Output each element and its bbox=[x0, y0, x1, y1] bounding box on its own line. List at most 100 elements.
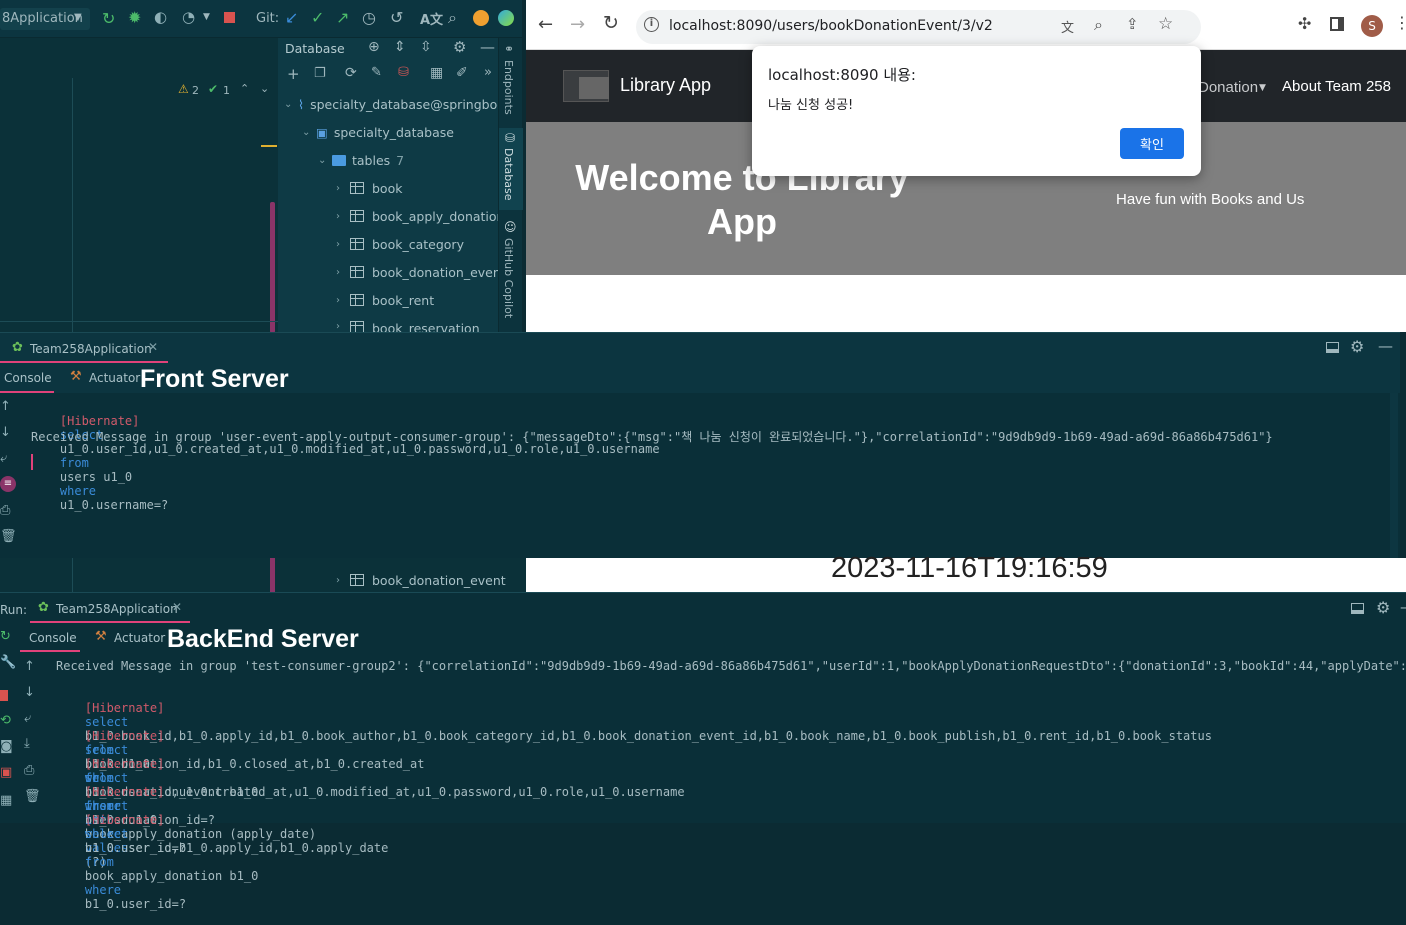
front-actuator-tab[interactable]: Actuator bbox=[89, 371, 140, 385]
front-console-tab[interactable]: Console bbox=[0, 363, 54, 393]
text-cursor[interactable] bbox=[31, 454, 33, 470]
sidepanel-icon[interactable] bbox=[1330, 17, 1344, 31]
tree-tables-folder[interactable]: ⌄ tables 7 bbox=[318, 146, 404, 174]
minimize-icon[interactable]: — bbox=[1400, 598, 1406, 616]
bookmark-star-icon[interactable]: ☆ bbox=[1158, 14, 1173, 34]
endpoints-tab[interactable]: Endpoints bbox=[502, 60, 515, 115]
gear-icon[interactable]: ⚙ bbox=[453, 38, 466, 56]
translate-icon[interactable]: A文 bbox=[420, 9, 443, 28]
backend-run-tab[interactable]: ✿ Team258Application ✕ bbox=[30, 593, 190, 623]
restore-icon[interactable] bbox=[1351, 603, 1364, 614]
gear-icon[interactable]: ⚙ bbox=[1376, 598, 1390, 617]
tree-table-item[interactable]: › book_category bbox=[336, 230, 464, 258]
brand-logo[interactable] bbox=[563, 70, 609, 102]
scroll-up-icon[interactable]: ↑ bbox=[24, 659, 35, 674]
tree-table-item[interactable]: › book_apply_donation bbox=[336, 202, 504, 230]
database-tab[interactable]: Database bbox=[502, 148, 515, 201]
layout-icon[interactable]: ▣ bbox=[0, 765, 12, 780]
wrench-icon[interactable]: 🔧 bbox=[0, 655, 16, 670]
git-update-icon[interactable]: ↙ bbox=[285, 8, 298, 27]
debug-icon[interactable]: ✹ bbox=[128, 8, 141, 27]
camera-icon[interactable]: ◙ bbox=[0, 739, 13, 754]
grid-icon[interactable]: ▦ bbox=[0, 793, 12, 808]
collapse-all-icon[interactable]: ⇳ bbox=[420, 39, 432, 55]
expand-all-icon[interactable]: ⇕ bbox=[394, 39, 406, 55]
address-bar[interactable]: i localhost:8090/users/bookDonationEvent… bbox=[636, 10, 1201, 44]
close-icon[interactable]: ✕ bbox=[148, 340, 158, 354]
restart-icon[interactable]: ⟲ bbox=[0, 713, 11, 728]
backend-actuator-tab[interactable]: Actuator bbox=[114, 631, 165, 645]
endpoints-icon[interactable]: ⚭ bbox=[504, 42, 514, 56]
schema-icon[interactable]: ✎ bbox=[371, 65, 382, 80]
add-icon[interactable]: + bbox=[287, 65, 300, 83]
back-icon[interactable]: ← bbox=[538, 14, 553, 35]
coverage-icon[interactable]: ◐ bbox=[154, 8, 167, 26]
minimize-icon[interactable]: — bbox=[480, 38, 495, 56]
rerun-icon[interactable]: ↻ bbox=[0, 629, 11, 644]
chevron-down-icon[interactable]: ▼ bbox=[203, 12, 210, 22]
backend-console-tab[interactable]: Console bbox=[20, 624, 80, 652]
scroll-down-icon[interactable]: ↓ bbox=[24, 685, 35, 700]
check-icon[interactable]: ✔ bbox=[208, 82, 218, 96]
target-icon[interactable]: ⊕ bbox=[368, 39, 380, 55]
soft-wrap-icon[interactable]: ⤶ bbox=[24, 711, 31, 726]
scrollbar[interactable] bbox=[1390, 393, 1398, 559]
forward-icon[interactable]: → bbox=[570, 14, 585, 35]
brand-name[interactable]: Library App bbox=[620, 75, 711, 96]
chevron-down-icon[interactable]: ⌄ bbox=[260, 82, 269, 95]
nav-about[interactable]: About Team 258 bbox=[1282, 78, 1391, 95]
copy-icon[interactable]: ❐ bbox=[314, 66, 326, 81]
extensions-icon[interactable]: ✣ bbox=[1298, 14, 1311, 33]
plugin-icon[interactable] bbox=[498, 10, 514, 26]
alert-ok-button[interactable]: 확인 bbox=[1120, 128, 1184, 159]
trash-icon[interactable]: 🗑 bbox=[0, 529, 17, 544]
datasource-icon[interactable]: ⛁ bbox=[398, 65, 409, 80]
print-icon[interactable]: ⎙ bbox=[0, 503, 10, 518]
gear-icon[interactable]: ⚙ bbox=[1350, 337, 1364, 356]
share-icon[interactable]: ⇪ bbox=[1126, 15, 1139, 33]
filter-icon[interactable]: ≡ bbox=[0, 476, 16, 492]
copilot-tab[interactable]: GitHub Copilot bbox=[502, 238, 515, 318]
stop-icon[interactable] bbox=[224, 12, 235, 23]
restore-icon[interactable] bbox=[1326, 342, 1339, 353]
chevron-up-icon[interactable]: ⌃ bbox=[240, 82, 249, 95]
url-text[interactable]: localhost:8090/users/bookDonationEvent/3… bbox=[669, 18, 993, 34]
front-run-tab[interactable]: ✿ Team258Application ✕ bbox=[0, 333, 168, 363]
tree-table-item[interactable]: › book_reservation bbox=[336, 314, 480, 333]
scroll-end-icon[interactable]: ⤓ bbox=[24, 736, 30, 751]
print-icon[interactable]: ⎙ bbox=[24, 763, 34, 778]
scroll-up-icon[interactable]: ↑ bbox=[0, 399, 11, 414]
info-icon[interactable]: i bbox=[644, 17, 659, 32]
refresh-icon[interactable]: ⟳ bbox=[345, 65, 357, 81]
close-icon[interactable]: ✕ bbox=[172, 600, 182, 614]
translate-icon[interactable]: 文 bbox=[1061, 17, 1074, 36]
trash-icon[interactable]: 🗑 bbox=[24, 789, 41, 804]
zoom-icon[interactable]: ⌕ bbox=[1094, 15, 1103, 35]
minimize-icon[interactable]: — bbox=[1378, 337, 1393, 355]
menu-icon[interactable]: ⋮ bbox=[1394, 13, 1406, 32]
stop-icon[interactable] bbox=[0, 690, 8, 701]
tree-root[interactable]: ⌄ ⌇ specialty_database@springboot bbox=[284, 90, 510, 118]
rollback-icon[interactable]: ↺ bbox=[390, 8, 403, 27]
tree-table-item[interactable]: › book bbox=[336, 174, 402, 202]
soft-wrap-icon[interactable]: ⤶ bbox=[0, 451, 7, 466]
scrollbar[interactable] bbox=[270, 558, 275, 592]
table-view-icon[interactable]: ▦ bbox=[430, 65, 443, 81]
run-config-select[interactable]: 8Application ▼ bbox=[0, 8, 90, 30]
tree-table-item[interactable]: › book_rent bbox=[336, 286, 434, 314]
rerun-icon[interactable]: ↻ bbox=[102, 9, 115, 28]
git-push-icon[interactable]: ↗ bbox=[336, 8, 349, 27]
edit-icon[interactable]: ✐ bbox=[456, 65, 468, 81]
scroll-down-icon[interactable]: ↓ bbox=[0, 425, 11, 440]
nav-donation-dropdown[interactable]: Donation bbox=[1198, 79, 1258, 96]
warning-icon[interactable]: ⚠ bbox=[178, 82, 189, 96]
tree-table-item[interactable]: › book_donation_event bbox=[336, 566, 506, 594]
search-icon[interactable]: ⌕ bbox=[448, 8, 457, 28]
reload-icon[interactable]: ↻ bbox=[603, 12, 619, 34]
more-icon[interactable]: » bbox=[484, 65, 492, 80]
update-icon[interactable] bbox=[473, 10, 489, 26]
scrollbar[interactable] bbox=[270, 202, 275, 333]
git-commit-icon[interactable]: ✓ bbox=[311, 8, 324, 27]
tree-table-item[interactable]: › book_donation_event bbox=[336, 258, 506, 286]
tree-schema[interactable]: ⌄ ▣ specialty_database bbox=[302, 118, 454, 146]
